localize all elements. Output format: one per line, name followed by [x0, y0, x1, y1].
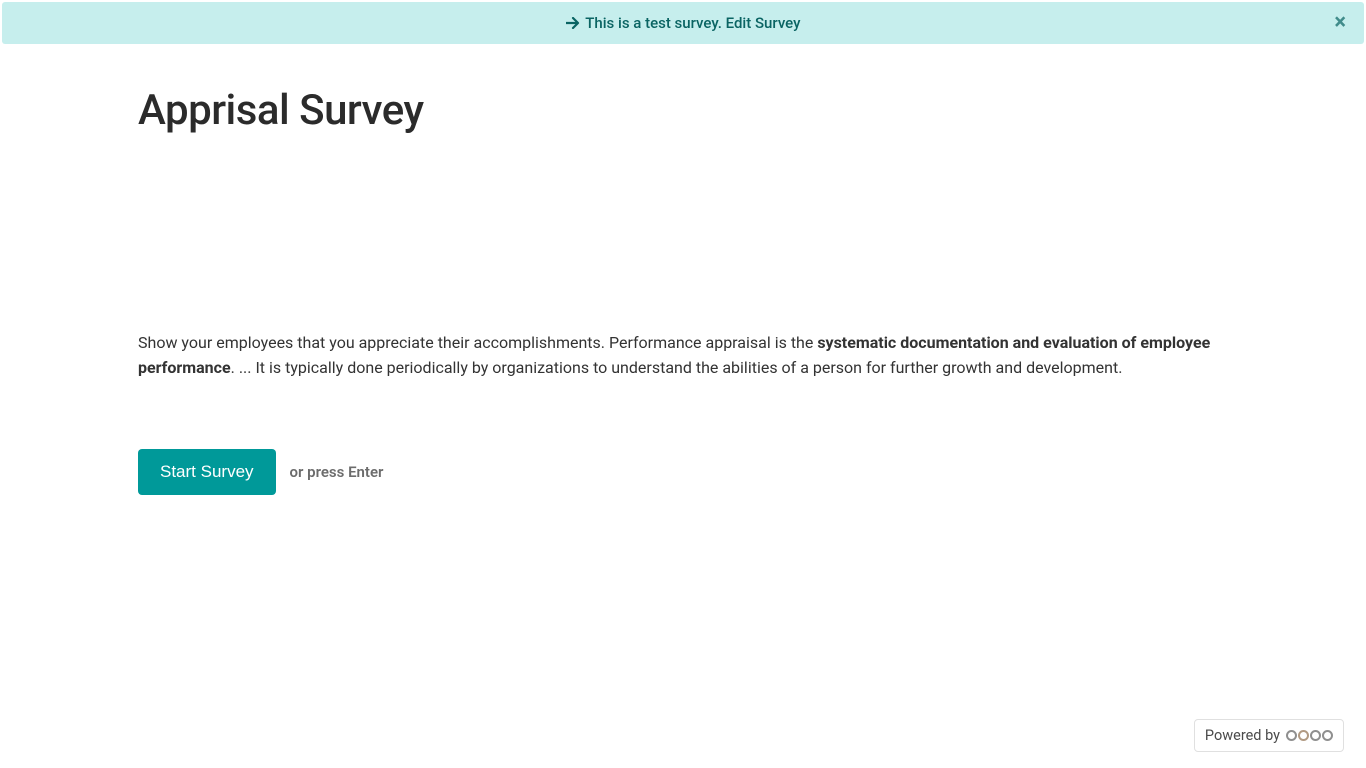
powered-by-text: Powered by [1205, 727, 1280, 744]
survey-description: Show your employees that you appreciate … [138, 331, 1228, 381]
action-row: Start Survey or press Enter [138, 449, 1228, 495]
test-survey-banner: This is a test survey. Edit Survey × [2, 2, 1364, 44]
odoo-logo-icon [1286, 730, 1333, 741]
survey-container: Apprisal Survey Show your employees that… [128, 86, 1238, 495]
close-icon[interactable]: × [1334, 12, 1346, 34]
press-enter-hint: or press Enter [290, 463, 384, 481]
powered-by-badge[interactable]: Powered by [1194, 719, 1344, 752]
survey-title: Apprisal Survey [138, 86, 1228, 135]
start-survey-button[interactable]: Start Survey [138, 449, 276, 495]
desc-part2: . ... It is typically done periodically … [231, 358, 1123, 377]
banner-notice-text: This is a test survey. [585, 14, 725, 32]
edit-survey-link[interactable]: Edit Survey [726, 14, 801, 32]
desc-part1: Show your employees that you appreciate … [138, 333, 817, 352]
arrow-right-icon [566, 14, 580, 32]
